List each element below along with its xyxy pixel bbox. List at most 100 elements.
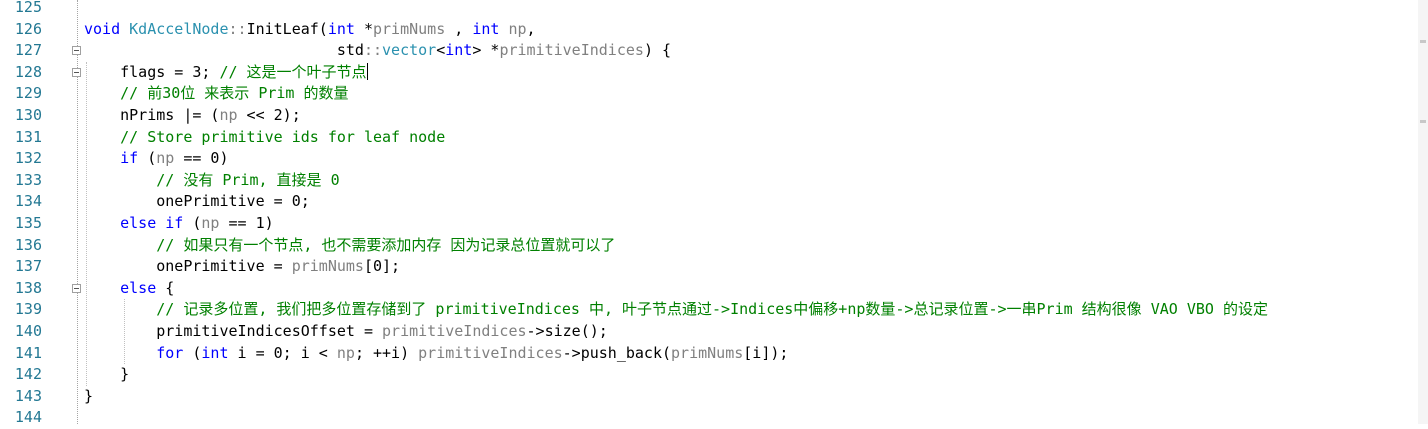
code-text: // 如果只有一个节点, 也不需要添加内存 因为记录总位置就可以了 — [84, 235, 615, 257]
code-token: [i]); — [743, 343, 789, 362]
code-token: void — [84, 19, 130, 38]
code-line[interactable]: 126 void KdAccelNode::InitLeaf(int *primN… — [0, 19, 1428, 41]
code-line[interactable]: 144 — [0, 407, 1428, 429]
code-token: primitiveIndicesOffset = — [84, 322, 383, 340]
code-line[interactable]: 141 for (int i = 0; i < np; ++i) primiti… — [0, 343, 1428, 365]
code-text: else { — [84, 278, 174, 300]
code-line[interactable]: 139 // 记录多位置, 我们把多位置存储到了 primitiveIndice… — [0, 299, 1428, 321]
vertical-scrollbar[interactable] — [1418, 0, 1428, 424]
code-token: [0]; — [363, 257, 401, 276]
code-text: // 记录多位置, 我们把多位置存储到了 primitiveIndices 中,… — [84, 299, 1268, 321]
code-token: } — [84, 365, 130, 384]
code-line[interactable]: 143} — [0, 386, 1428, 408]
code-text: primitiveIndicesOffset = primitiveIndice… — [84, 321, 608, 343]
code-token: ( — [147, 149, 157, 168]
code-token: for — [156, 343, 193, 362]
line-number: 131 — [14, 127, 42, 146]
code-line[interactable]: 128 flags = 3; // 这是一个叶子节点 — [0, 62, 1428, 84]
line-number: 140 — [14, 322, 42, 340]
code-line[interactable]: 134 onePrimitive = 0; — [0, 191, 1428, 213]
fold-collapse-icon[interactable] — [72, 46, 81, 56]
code-text: for (int i = 0; i < np; ++i) primitiveIn… — [84, 343, 788, 365]
code-token: // 这是一个叶子节点 — [219, 62, 367, 81]
code-line[interactable]: 127 std::vector<int> *primitiveIndices) … — [0, 40, 1428, 62]
code-token: InitLeaf( — [246, 19, 328, 38]
code-token: primNums — [671, 343, 744, 362]
code-token: else if — [120, 214, 193, 232]
code-token: > * — [472, 41, 500, 60]
code-line[interactable]: 130 nPrims |= (np << 2); — [0, 105, 1428, 127]
line-number: 137 — [14, 257, 42, 276]
code-token: int — [472, 19, 509, 38]
code-text: onePrimitive = primNums[0]; — [84, 256, 400, 278]
code-token: primitiveIndices — [418, 343, 563, 362]
fold-collapse-icon[interactable] — [72, 67, 81, 77]
code-token: flags = 3; — [84, 62, 220, 81]
code-line[interactable]: 125 — [0, 0, 1428, 19]
code-token: primNums — [291, 257, 364, 276]
code-line[interactable]: 138 else { — [0, 278, 1428, 300]
code-token: // 记录多位置, 我们把多位置存储到了 primitiveIndices 中,… — [156, 300, 1268, 319]
fold-collapse-icon[interactable] — [72, 283, 81, 293]
line-number: 136 — [14, 235, 42, 254]
code-token: onePrimitive = 0; — [84, 192, 310, 211]
code-text: onePrimitive = 0; — [84, 191, 310, 213]
text-caret — [366, 62, 368, 80]
code-editor[interactable]: 125126 void KdAccelNode::InitLeaf(int *pr… — [0, 0, 1428, 426]
code-line[interactable]: 136 // 如果只有一个节点, 也不需要添加内存 因为记录总位置就可以了 — [0, 235, 1428, 257]
code-line[interactable]: 132 if (np == 0) — [0, 148, 1428, 170]
code-line[interactable]: 135 else if (np == 1) — [0, 213, 1428, 235]
code-line[interactable]: 131 // Store primitive ids for leaf node — [0, 127, 1428, 149]
code-text: // 没有 Prim, 直接是 0 — [84, 170, 340, 192]
code-line[interactable]: 133 // 没有 Prim, 直接是 0 — [0, 170, 1428, 192]
line-number: 143 — [14, 386, 42, 405]
code-token: if — [120, 149, 148, 168]
line-number: 139 — [14, 300, 42, 319]
code-token: i = 0; i < — [237, 343, 337, 362]
line-number: 128 — [14, 62, 42, 81]
code-token: else — [120, 278, 166, 297]
code-token: , — [526, 19, 536, 38]
code-text: // 前30位 来表示 Prim 的数量 — [84, 83, 348, 105]
code-token: , — [445, 19, 473, 38]
code-token: == 0) — [174, 149, 229, 168]
line-number: 138 — [14, 278, 42, 297]
code-line[interactable]: 142 } — [0, 364, 1428, 386]
code-token: int — [327, 19, 364, 38]
line-number: 142 — [14, 365, 42, 384]
indent-guide — [124, 299, 126, 365]
line-number: 127 — [14, 41, 42, 60]
code-line[interactable]: 129 // 前30位 来表示 Prim 的数量 — [0, 83, 1428, 105]
line-number: 144 — [14, 408, 42, 427]
code-token: < — [436, 41, 446, 60]
code-token: vector — [382, 41, 437, 60]
code-token: :: — [228, 19, 247, 38]
code-text: } — [84, 364, 129, 386]
code-token: np — [508, 19, 527, 38]
code-token: ) { — [643, 41, 672, 60]
line-number: 129 — [14, 84, 42, 103]
code-token: :: — [363, 41, 383, 60]
code-token: // 没有 Prim, 直接是 0 — [156, 170, 340, 189]
line-number: 132 — [14, 149, 42, 168]
code-token: ->push_back( — [562, 343, 672, 362]
code-line[interactable]: 140 primitiveIndicesOffset = primitiveIn… — [0, 321, 1428, 343]
code-text: void KdAccelNode::InitLeaf(int *primNums… — [84, 19, 536, 41]
code-token: ; ++i) — [354, 343, 419, 362]
code-token: nPrims |= ( — [84, 106, 220, 124]
code-line[interactable]: 137 onePrimitive = primNums[0]; — [0, 256, 1428, 278]
line-number: 125 — [14, 0, 42, 16]
code-token: primitiveIndices — [499, 41, 644, 60]
code-token: np — [336, 343, 355, 362]
code-token: np — [156, 149, 175, 168]
line-number: 126 — [14, 19, 42, 38]
code-text: else if (np == 1) — [84, 213, 274, 235]
